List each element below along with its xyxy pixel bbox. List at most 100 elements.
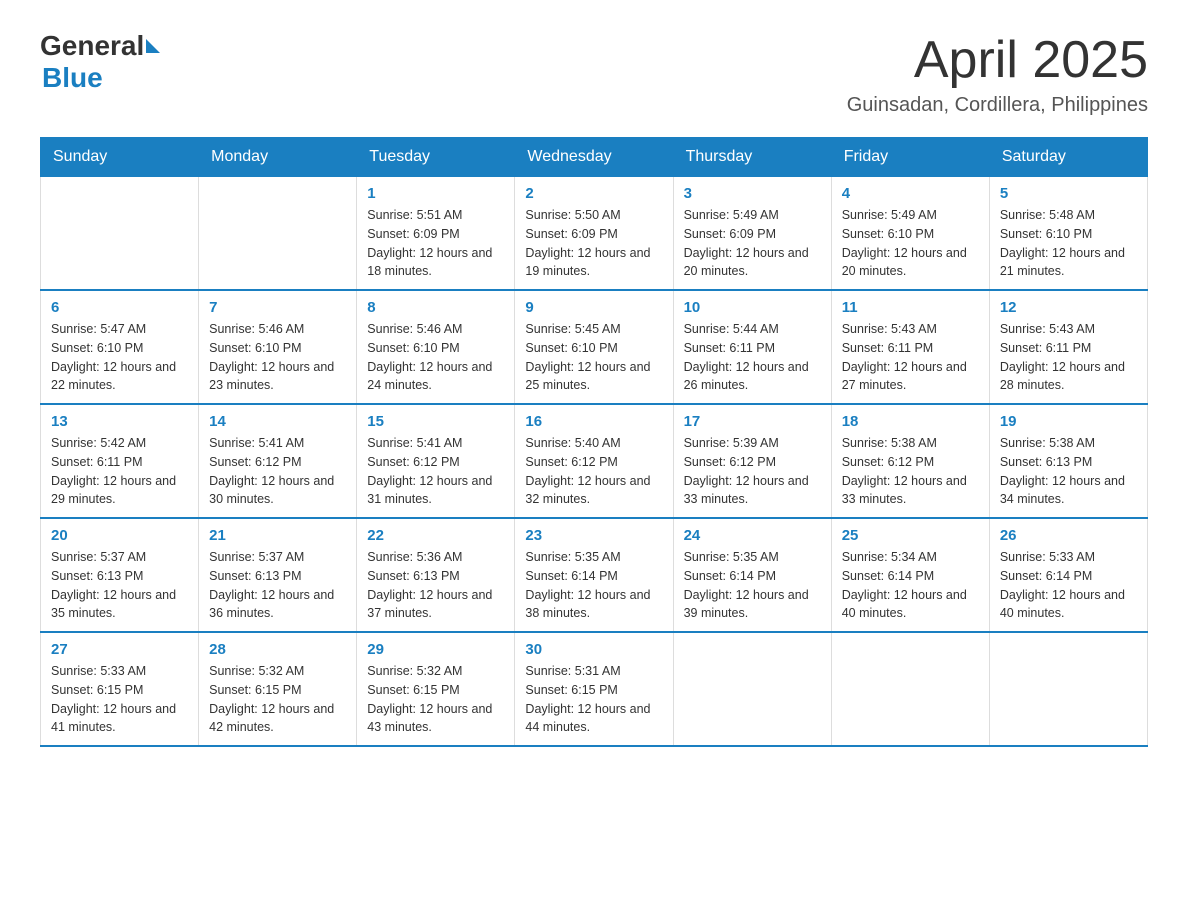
logo-blue-text: Blue [42,62,103,93]
calendar-cell [41,177,199,291]
day-info: Sunrise: 5:37 AMSunset: 6:13 PMDaylight:… [51,548,188,623]
day-number: 12 [1000,299,1137,316]
day-info: Sunrise: 5:46 AMSunset: 6:10 PMDaylight:… [209,320,346,395]
calendar-week-3: 13 Sunrise: 5:42 AMSunset: 6:11 PMDayligh… [41,404,1148,518]
calendar-cell: 4Sunrise: 5:49 AMSunset: 6:10 PMDaylight… [831,177,989,291]
calendar-cell: 9Sunrise: 5:45 AMSunset: 6:10 PMDaylight… [515,290,673,404]
calendar-cell: 19Sunrise: 5:38 AMSunset: 6:13 PMDayligh… [989,404,1147,518]
calendar-cell: 25 Sunrise: 5:34 AMSunset: 6:14 PMDayligh… [831,518,989,632]
weekday-header-saturday: Saturday [989,138,1147,177]
title-section: April 2025 Guinsadan, Cordillera, Philip… [847,30,1148,117]
day-info: Sunrise: 5:33 AMSunset: 6:15 PMDaylight:… [51,662,188,737]
day-info: Sunrise: 5:40 AMSunset: 6:12 PMDaylight:… [525,434,662,509]
calendar-cell: 27 Sunrise: 5:33 AMSunset: 6:15 PMDayligh… [41,632,199,746]
calendar-cell: 3 Sunrise: 5:49 AMSunset: 6:09 PMDaylight… [673,177,831,291]
calendar-week-2: 6 Sunrise: 5:47 AMSunset: 6:10 PMDaylight… [41,290,1148,404]
calendar-cell: 30 Sunrise: 5:31 AMSunset: 6:15 PMDayligh… [515,632,673,746]
day-number: 9 [525,299,662,316]
day-info: Sunrise: 5:42 AMSunset: 6:11 PMDaylight:… [51,434,188,509]
day-info: Sunrise: 5:38 AMSunset: 6:13 PMDaylight:… [1000,434,1137,509]
day-info: Sunrise: 5:31 AMSunset: 6:15 PMDaylight:… [525,662,662,737]
weekday-header-wednesday: Wednesday [515,138,673,177]
day-info: Sunrise: 5:33 AMSunset: 6:14 PMDaylight:… [1000,548,1137,623]
calendar-cell: 16Sunrise: 5:40 AMSunset: 6:12 PMDayligh… [515,404,673,518]
calendar-cell: 28 Sunrise: 5:32 AMSunset: 6:15 PMDayligh… [199,632,357,746]
day-info: Sunrise: 5:39 AMSunset: 6:12 PMDaylight:… [684,434,821,509]
calendar-cell: 8 Sunrise: 5:46 AMSunset: 6:10 PMDaylight… [357,290,515,404]
calendar-cell: 17Sunrise: 5:39 AMSunset: 6:12 PMDayligh… [673,404,831,518]
calendar-table: SundayMondayTuesdayWednesdayThursdayFrid… [40,137,1148,747]
location-text: Guinsadan, Cordillera, Philippines [847,94,1148,117]
day-number: 21 [209,527,346,544]
day-number: 1 [367,185,504,202]
calendar-cell: 18 Sunrise: 5:38 AMSunset: 6:12 PMDayligh… [831,404,989,518]
day-number: 7 [209,299,346,316]
day-number: 5 [1000,185,1137,202]
calendar-cell: 2Sunrise: 5:50 AMSunset: 6:09 PMDaylight… [515,177,673,291]
logo-general-text: General [40,30,144,62]
calendar-cell [199,177,357,291]
calendar-cell: 11 Sunrise: 5:43 AMSunset: 6:11 PMDayligh… [831,290,989,404]
calendar-cell: 26 Sunrise: 5:33 AMSunset: 6:14 PMDayligh… [989,518,1147,632]
day-number: 27 [51,641,188,658]
day-info: Sunrise: 5:43 AMSunset: 6:11 PMDaylight:… [842,320,979,395]
day-number: 13 [51,413,188,430]
calendar-cell: 20 Sunrise: 5:37 AMSunset: 6:13 PMDayligh… [41,518,199,632]
day-number: 6 [51,299,188,316]
day-number: 20 [51,527,188,544]
day-number: 11 [842,299,979,316]
day-number: 26 [1000,527,1137,544]
day-number: 18 [842,413,979,430]
day-info: Sunrise: 5:35 AMSunset: 6:14 PMDaylight:… [525,548,662,623]
weekday-header-tuesday: Tuesday [357,138,515,177]
day-number: 30 [525,641,662,658]
day-info: Sunrise: 5:32 AMSunset: 6:15 PMDaylight:… [367,662,504,737]
day-number: 8 [367,299,504,316]
calendar-cell: 7 Sunrise: 5:46 AMSunset: 6:10 PMDaylight… [199,290,357,404]
day-info: Sunrise: 5:47 AMSunset: 6:10 PMDaylight:… [51,320,188,395]
weekday-header-friday: Friday [831,138,989,177]
day-number: 14 [209,413,346,430]
calendar-cell: 24 Sunrise: 5:35 AMSunset: 6:14 PMDayligh… [673,518,831,632]
day-info: Sunrise: 5:35 AMSunset: 6:14 PMDaylight:… [684,548,821,623]
day-info: Sunrise: 5:49 AMSunset: 6:10 PMDaylight:… [842,206,979,281]
day-info: Sunrise: 5:49 AMSunset: 6:09 PMDaylight:… [684,206,821,281]
day-info: Sunrise: 5:44 AMSunset: 6:11 PMDaylight:… [684,320,821,395]
day-number: 3 [684,185,821,202]
day-info: Sunrise: 5:41 AMSunset: 6:12 PMDaylight:… [209,434,346,509]
day-number: 23 [525,527,662,544]
calendar-cell: 15 Sunrise: 5:41 AMSunset: 6:12 PMDayligh… [357,404,515,518]
day-number: 29 [367,641,504,658]
day-number: 28 [209,641,346,658]
calendar-cell: 10Sunrise: 5:44 AMSunset: 6:11 PMDayligh… [673,290,831,404]
day-info: Sunrise: 5:38 AMSunset: 6:12 PMDaylight:… [842,434,979,509]
calendar-header-row: SundayMondayTuesdayWednesdayThursdayFrid… [41,138,1148,177]
calendar-cell: 14 Sunrise: 5:41 AMSunset: 6:12 PMDayligh… [199,404,357,518]
weekday-header-thursday: Thursday [673,138,831,177]
day-info: Sunrise: 5:34 AMSunset: 6:14 PMDaylight:… [842,548,979,623]
calendar-cell [989,632,1147,746]
calendar-cell: 29 Sunrise: 5:32 AMSunset: 6:15 PMDayligh… [357,632,515,746]
calendar-cell: 22 Sunrise: 5:36 AMSunset: 6:13 PMDayligh… [357,518,515,632]
calendar-cell: 21 Sunrise: 5:37 AMSunset: 6:13 PMDayligh… [199,518,357,632]
day-number: 24 [684,527,821,544]
day-info: Sunrise: 5:48 AMSunset: 6:10 PMDaylight:… [1000,206,1137,281]
day-info: Sunrise: 5:37 AMSunset: 6:13 PMDaylight:… [209,548,346,623]
day-info: Sunrise: 5:36 AMSunset: 6:13 PMDaylight:… [367,548,504,623]
day-info: Sunrise: 5:51 AMSunset: 6:09 PMDaylight:… [367,206,504,281]
day-info: Sunrise: 5:32 AMSunset: 6:15 PMDaylight:… [209,662,346,737]
calendar-cell: 5 Sunrise: 5:48 AMSunset: 6:10 PMDaylight… [989,177,1147,291]
page-header: General Blue April 2025 Guinsadan, Cordi… [40,30,1148,117]
calendar-cell: 1 Sunrise: 5:51 AMSunset: 6:09 PMDaylight… [357,177,515,291]
weekday-header-monday: Monday [199,138,357,177]
logo: General Blue [40,30,162,94]
calendar-cell [673,632,831,746]
day-info: Sunrise: 5:41 AMSunset: 6:12 PMDaylight:… [367,434,504,509]
day-number: 15 [367,413,504,430]
calendar-cell: 13 Sunrise: 5:42 AMSunset: 6:11 PMDayligh… [41,404,199,518]
day-number: 25 [842,527,979,544]
day-info: Sunrise: 5:46 AMSunset: 6:10 PMDaylight:… [367,320,504,395]
calendar-week-1: 1 Sunrise: 5:51 AMSunset: 6:09 PMDaylight… [41,177,1148,291]
day-number: 22 [367,527,504,544]
month-title: April 2025 [847,30,1148,90]
